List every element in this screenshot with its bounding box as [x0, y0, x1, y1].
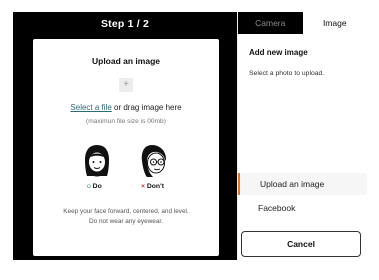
step-title: Step 1 / 2 [100, 18, 150, 30]
upload-card-title: Upload an image [91, 56, 160, 66]
menu-item-facebook[interactable]: Facebook [238, 197, 367, 219]
source-side-panel: Camera Image Add new image Select a phot… [237, 12, 367, 260]
source-tabs: Camera Image [238, 12, 367, 34]
face-do-icon [85, 145, 109, 177]
photo-guidelines: Keep your face forward, centered, and le… [39, 207, 213, 227]
hint-line-2: Do not wear any eyewear. [89, 218, 163, 225]
cancel-button[interactable]: Cancel [241, 231, 361, 257]
menu-item-upload-image[interactable]: Upload an image [238, 173, 367, 195]
select-file-line: Select a file or drag image here [33, 103, 219, 112]
upload-step-panel: Step 1 / 2 Upload an image + Select a fi… [13, 12, 237, 260]
plus-icon[interactable]: + [119, 78, 133, 92]
file-size-note: (maximun file size is 00mb) [86, 118, 166, 125]
hint-line-1: Keep your face forward, centered, and le… [63, 208, 189, 215]
drag-text: or drag image here [111, 103, 182, 112]
side-panel-heading: Add new image [249, 48, 308, 57]
tab-camera[interactable]: Camera [238, 12, 303, 34]
face-dont-eyewear-icon [141, 145, 166, 177]
tab-image[interactable]: Image [302, 12, 367, 34]
dont-cross-icon: × [141, 183, 145, 190]
do-label: o Do [87, 183, 102, 190]
do-text: Do [92, 183, 102, 190]
select-file-link[interactable]: Select a file [70, 103, 111, 112]
dont-text: Don't [146, 183, 164, 190]
do-check-icon: o [87, 183, 91, 190]
side-panel-subtext: Select a photo to upload. [249, 70, 325, 77]
dont-label: × Don't [141, 183, 164, 190]
upload-card[interactable]: Upload an image + Select a file or drag … [33, 39, 219, 256]
